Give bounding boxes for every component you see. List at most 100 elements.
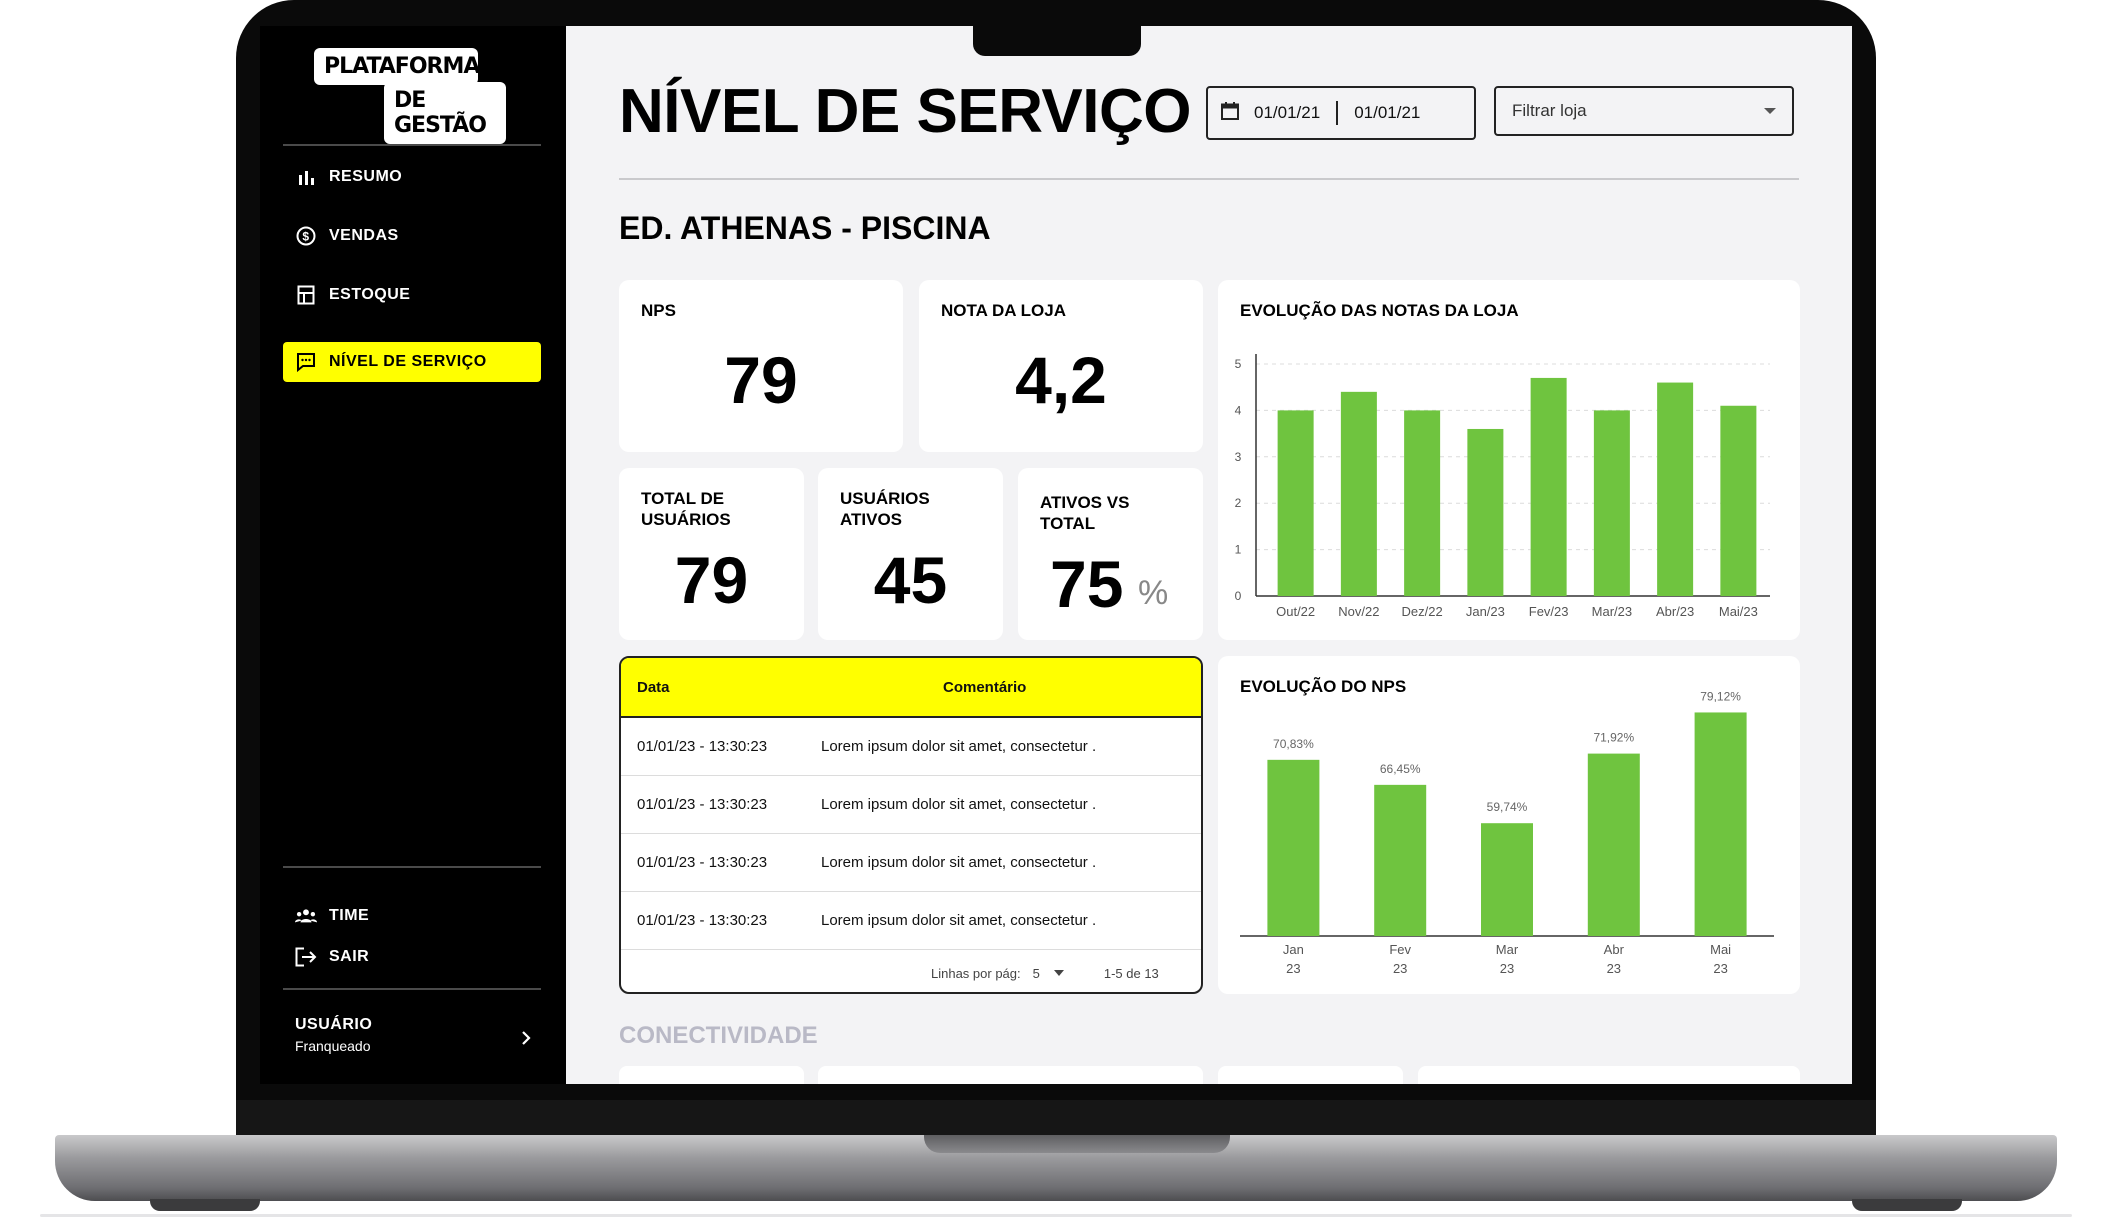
- card-peek: [1218, 1066, 1403, 1084]
- y-tick-label: 4: [1235, 403, 1242, 417]
- date-to[interactable]: 01/01/21: [1354, 103, 1420, 123]
- bar: [1277, 410, 1314, 596]
- sidebar-item-vendas[interactable]: $ VENDAS: [283, 216, 541, 256]
- user-profile[interactable]: USUÁRIO Franqueado: [295, 1016, 372, 1054]
- logo-line1: PLATAFORMA: [314, 48, 480, 85]
- bar: [1481, 823, 1533, 936]
- x-tick-label: Out/22: [1276, 604, 1315, 619]
- sidebar-item-label: TIME: [329, 907, 370, 924]
- bar: [1720, 405, 1757, 596]
- sidebar-divider: [283, 144, 541, 146]
- kpi-card-total-usuarios: TOTAL DE USUÁRIOS 79: [619, 468, 804, 640]
- sidebar-divider: [283, 866, 541, 868]
- bar: [1530, 377, 1567, 596]
- x-tick-label: 23: [1393, 961, 1407, 976]
- sidebar: PLATAFORMA DE GESTÃO RESUMO $ VENDAS EST…: [260, 26, 566, 1084]
- calendar-icon: [1220, 101, 1240, 126]
- kpi-card-ativos-vs-total: ATIVOS VS TOTAL 75 %: [1018, 468, 1203, 640]
- x-tick-label: Abr: [1604, 942, 1625, 957]
- card-peek: [619, 1066, 804, 1084]
- table-pagination: Linhas por pág: 5 1-5 de 13: [621, 950, 1201, 992]
- x-tick-label: Nov/22: [1338, 604, 1379, 619]
- bar: [1694, 712, 1747, 936]
- x-tick-label: Jan/23: [1466, 604, 1505, 619]
- sidebar-item-label: NÍVEL DE SERVIÇO: [329, 353, 487, 370]
- x-tick-label: 23: [1607, 961, 1621, 976]
- kpi-label-line1: USUÁRIOS: [840, 489, 930, 508]
- x-tick-label: Dez/22: [1402, 604, 1443, 619]
- section-title-conectividade: CONECTIVIDADE: [619, 1022, 818, 1049]
- card-peek: [818, 1066, 1203, 1084]
- chevron-right-icon[interactable]: [520, 1026, 532, 1052]
- bar: [1340, 391, 1377, 596]
- x-tick-label: Mar: [1496, 942, 1519, 957]
- sidebar-divider: [283, 988, 541, 990]
- cell-comment: Lorem ipsum dolor sit amet, consectetur …: [821, 738, 1097, 755]
- kpi-label-line2: TOTAL: [1040, 514, 1096, 533]
- kpi-label: NOTA DA LOJA: [941, 301, 1066, 320]
- table-row[interactable]: 01/01/23 - 13:30:23 Lorem ipsum dolor si…: [621, 892, 1201, 950]
- date-range-picker[interactable]: 01/01/21 01/01/21: [1206, 86, 1476, 140]
- rows-per-page-label: Linhas por pág:: [931, 965, 1021, 981]
- sidebar-item-label: SAIR: [329, 948, 370, 965]
- y-tick-label: 3: [1235, 450, 1242, 464]
- chart-card-nps: EVOLUÇÃO DO NPS 70,83% Jan 23 66,45% Fev 23 59…: [1218, 656, 1800, 994]
- sidebar-item-time[interactable]: TIME: [283, 896, 541, 936]
- page-title: NÍVEL DE SERVIÇO: [619, 77, 1191, 146]
- x-tick-label: Mai: [1710, 942, 1731, 957]
- sidebar-item-estoque[interactable]: ESTOQUE: [283, 275, 541, 315]
- sidebar-item-resumo[interactable]: RESUMO: [283, 157, 541, 197]
- data-label: 59,74%: [1487, 800, 1528, 814]
- kpi-value: 4,2: [1015, 343, 1107, 417]
- bar: [1657, 382, 1694, 596]
- card-peek: [1418, 1066, 1800, 1084]
- sidebar-item-sair[interactable]: SAIR: [283, 937, 541, 977]
- comments-table: Data Comentário 01/01/23 - 13:30:23 Lore…: [619, 656, 1203, 994]
- data-label: 70,83%: [1273, 737, 1314, 751]
- cell-date: 01/01/23 - 13:30:23: [637, 796, 768, 813]
- team-icon: [295, 905, 317, 927]
- pagination-range: 1-5 de 13: [1103, 965, 1159, 981]
- laptop-foot-left: [150, 1199, 260, 1211]
- logout-icon: [295, 946, 317, 968]
- rows-per-page-select[interactable]: 5: [1033, 966, 1040, 981]
- chevron-down-icon[interactable]: [1053, 970, 1064, 976]
- x-tick-label: Fev/23: [1529, 604, 1569, 619]
- table-row[interactable]: 01/01/23 - 13:30:23 Lorem ipsum dolor si…: [621, 776, 1201, 834]
- laptop-shadow: [40, 1214, 2072, 1217]
- laptop-foot-right: [1852, 1199, 1962, 1211]
- screen: NÍVEL DE SERVIÇO 01/01/21 01/01/21 Filtr…: [566, 26, 1852, 1084]
- bar: [1467, 428, 1504, 596]
- sidebar-item-label: ESTOQUE: [329, 286, 411, 303]
- kpi-label: TOTAL DE USUÁRIOS: [641, 488, 731, 530]
- kpi-label-line1: TOTAL DE: [641, 489, 725, 508]
- data-label: 79,12%: [1700, 689, 1741, 703]
- table-row[interactable]: 01/01/23 - 13:30:23 Lorem ipsum dolor si…: [621, 834, 1201, 892]
- store-filter-placeholder: Filtrar loja: [1512, 101, 1587, 120]
- cell-date: 01/01/23 - 13:30:23: [637, 912, 768, 929]
- cell-comment: Lorem ipsum dolor sit amet, consectetur …: [821, 854, 1097, 871]
- chart-card-notas: EVOLUÇÃO DAS NOTAS DA LOJA 0 1 2 3 4 5 Out/22 N…: [1218, 280, 1800, 640]
- header-divider: [619, 178, 1799, 180]
- kpi-value: 79: [724, 343, 798, 417]
- store-filter-select[interactable]: Filtrar loja: [1494, 86, 1794, 136]
- date-from[interactable]: 01/01/21: [1254, 103, 1320, 123]
- column-header-data[interactable]: Data: [621, 679, 877, 696]
- chart-nps: 70,83% Jan 23 66,45% Fev 23 59,74% Mar 23 71,92% A…: [1240, 689, 1774, 976]
- chart-notas: 0 1 2 3 4 5 Out/22 Nov/22 Dez/22 Jan/23 Fev/23 Mar/…: [1235, 354, 1770, 619]
- x-tick-label: 23: [1286, 961, 1300, 976]
- kpi-value: 79: [674, 543, 749, 617]
- camera-notch: [973, 26, 1141, 56]
- y-tick-label: 0: [1235, 589, 1242, 603]
- column-header-comentario[interactable]: Comentário: [877, 679, 1201, 696]
- kpi-value: 75: [1050, 547, 1124, 621]
- sidebar-item-nivel-de-servico[interactable]: NÍVEL DE SERVIÇO: [283, 342, 541, 382]
- table-row[interactable]: 01/01/23 - 13:30:23 Lorem ipsum dolor si…: [621, 718, 1201, 776]
- laptop-hinge: [236, 1100, 1876, 1138]
- store-title: ED. ATHENAS - PISCINA: [619, 210, 991, 246]
- inventory-icon: [295, 284, 317, 306]
- cell-comment: Lorem ipsum dolor sit amet, consectetur …: [821, 796, 1097, 813]
- kpi-card-nota-da-loja: NOTA DA LOJA 4,2: [919, 280, 1203, 452]
- x-tick-label: Fev: [1389, 942, 1411, 957]
- bar: [1593, 410, 1630, 596]
